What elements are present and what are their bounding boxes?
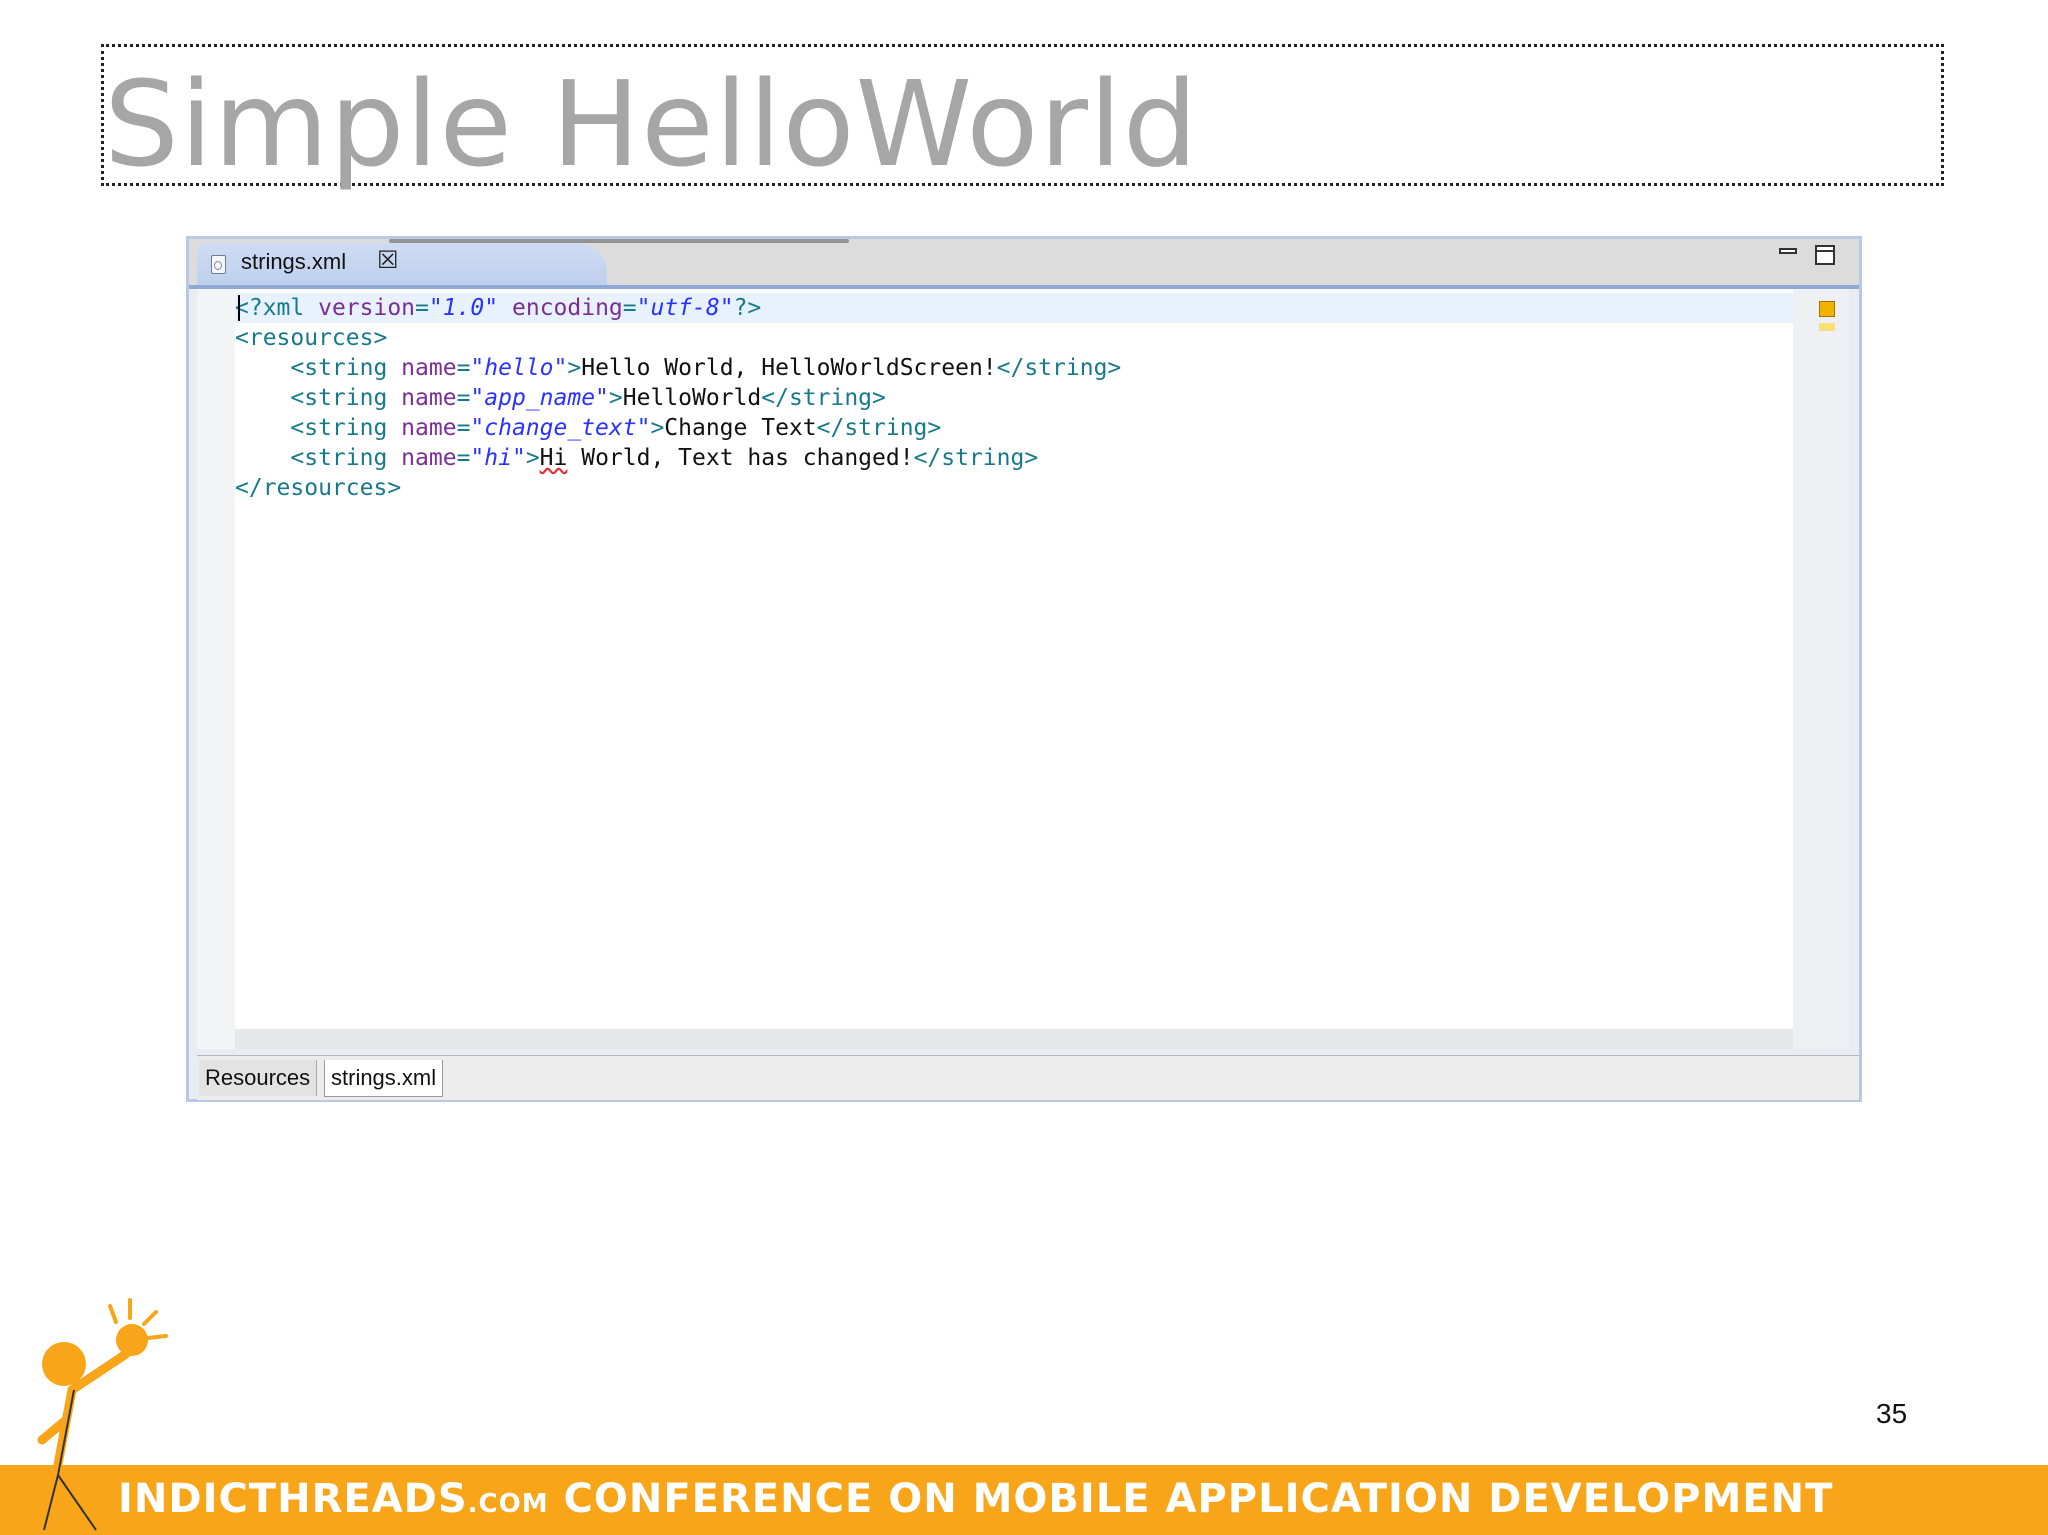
code-token: name — [401, 445, 457, 471]
code-editor[interactable]: <?xml version="1.0" encoding="utf-8"?> <r… — [235, 289, 1793, 1049]
code-line: <resources> — [235, 323, 1121, 353]
occurrence-marker-icon[interactable] — [1819, 323, 1835, 331]
code-token: <?xml — [235, 295, 319, 321]
editor-tab-label: strings.xml — [241, 249, 347, 274]
close-tab-icon[interactable]: ☒ — [377, 246, 399, 275]
code-token: <string — [235, 415, 402, 441]
code-line: <string name="app_name">HelloWorld</stri… — [235, 383, 1121, 413]
tab-strings-xml[interactable]: strings.xml — [324, 1060, 444, 1097]
footer-brand-suffix: .com — [467, 1489, 549, 1519]
minimize-icon[interactable] — [1779, 245, 1801, 263]
editor-tab-strings-xml[interactable]: strings.xml ☒ — [197, 243, 607, 285]
code-token: World, Text has changed! — [567, 445, 914, 471]
code-token: > — [650, 415, 665, 441]
code-token: name — [401, 355, 457, 381]
slide-title-box: Simple HelloWorld — [101, 44, 1944, 186]
code-token: </string> — [761, 385, 886, 411]
code-token: name — [401, 415, 457, 441]
code-token: encoding — [512, 295, 623, 321]
code-line: <string name="hi">Hi World, Text has cha… — [235, 443, 1121, 473]
code-token: Change Text — [664, 415, 817, 441]
editor-bottom-tabs: Resources strings.xml — [197, 1055, 1859, 1100]
code-token: > — [525, 445, 540, 471]
code-token: </string> — [816, 415, 942, 441]
slide-title: Simple HelloWorld — [104, 55, 1199, 193]
footer-text: IndicThreads.com Conference On Mobile Ap… — [118, 1475, 1833, 1528]
code-token: </resources> — [235, 475, 402, 501]
code-token: "app_name" — [470, 385, 609, 411]
code-token: Hi — [539, 445, 568, 471]
code-token: "utf-8" — [636, 295, 734, 321]
xml-code: <?xml version="1.0" encoding="utf-8"?> <r… — [235, 293, 1121, 503]
footer-bar: IndicThreads.com Conference On Mobile Ap… — [0, 1465, 2048, 1535]
code-token: "change_text" — [470, 415, 651, 441]
code-token: Hello World, HelloWorldScreen! — [581, 355, 997, 381]
code-token: = — [622, 295, 637, 321]
code-token: <string — [235, 355, 402, 381]
code-token: = — [415, 295, 429, 321]
editor-tab-strip: strings.xml ☒ — [189, 239, 1859, 289]
footer-tagline: Conference On Mobile Application Develop… — [548, 1476, 1834, 1522]
horizontal-scrollbar[interactable] — [235, 1029, 1793, 1049]
code-token: name — [401, 385, 457, 411]
code-token: "hi" — [470, 445, 526, 471]
page-number: 35 — [1876, 1398, 1908, 1429]
editor-window: strings.xml ☒ <?xml version="1.0" encodi… — [186, 236, 1862, 1102]
code-token: version — [318, 295, 416, 321]
code-line: <string name="change_text">Change Text</… — [235, 413, 1121, 443]
code-token: > — [567, 355, 582, 381]
code-line: <string name="hello">Hello World, HelloW… — [235, 353, 1121, 383]
code-token: = — [456, 415, 471, 441]
code-token: = — [456, 355, 471, 381]
editor-gutter — [197, 289, 235, 1049]
overview-ruler — [1793, 289, 1849, 1049]
maximize-icon[interactable] — [1815, 245, 1837, 265]
code-token: <string — [235, 445, 402, 471]
code-token: "hello" — [470, 355, 568, 381]
code-token: HelloWorld — [622, 385, 762, 411]
text-caret — [238, 295, 240, 321]
code-line: <?xml version="1.0" encoding="utf-8"?> — [235, 293, 1121, 323]
tab-resources[interactable]: Resources — [199, 1060, 318, 1096]
code-token: = — [456, 385, 471, 411]
mascot-logo — [37, 1298, 168, 1535]
code-token: <string — [235, 385, 402, 411]
warning-marker-icon[interactable] — [1819, 301, 1835, 317]
code-token: </string> — [913, 445, 1039, 471]
code-token: ?> — [733, 295, 762, 321]
code-token: = — [456, 445, 471, 471]
code-token: </string> — [996, 355, 1122, 381]
code-line: </resources> — [235, 473, 1121, 503]
code-token: <resources> — [235, 325, 388, 351]
code-token: > — [608, 385, 623, 411]
xml-file-icon — [211, 255, 226, 274]
code-token: "1.0" — [428, 295, 499, 321]
